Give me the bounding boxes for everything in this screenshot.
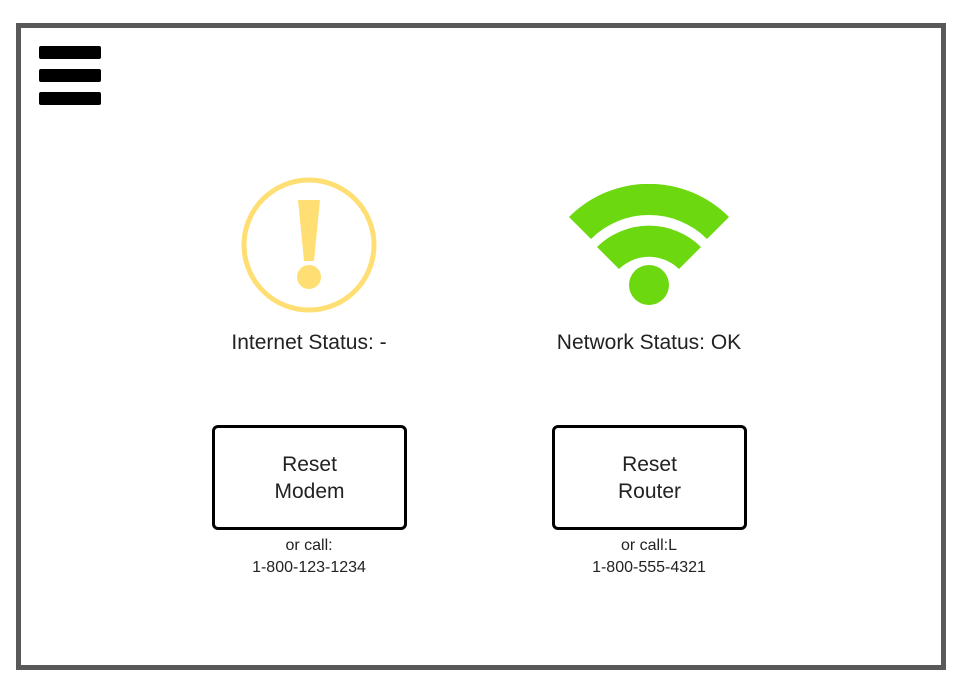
hamburger-menu-icon[interactable] bbox=[37, 45, 103, 107]
router-support-info: or call:L 1-800-555-4321 bbox=[539, 535, 759, 579]
menu-line bbox=[39, 92, 101, 105]
reset-modem-label: Reset Modem bbox=[274, 452, 345, 503]
wifi-icon bbox=[569, 184, 729, 305]
modem-call-prefix: or call: bbox=[285, 537, 333, 554]
menu-line bbox=[39, 69, 101, 82]
app-frame bbox=[16, 23, 946, 670]
reset-router-button[interactable]: Reset Router bbox=[552, 425, 747, 530]
network-status-label: Network Status: OK bbox=[556, 331, 742, 354]
modem-support-info: or call: 1-800-123-1234 bbox=[199, 535, 419, 579]
menu-line bbox=[39, 46, 101, 59]
modem-phone-number: 1-800-123-1234 bbox=[252, 559, 366, 576]
reset-modem-button[interactable]: Reset Modem bbox=[212, 425, 407, 530]
router-call-prefix: or call:L bbox=[620, 537, 678, 554]
internet-status-label: Internet Status: - bbox=[231, 331, 387, 354]
reset-router-label: Reset Router bbox=[617, 452, 682, 503]
warning-icon bbox=[241, 177, 377, 313]
router-phone-number: 1-800-555-4321 bbox=[592, 559, 706, 576]
